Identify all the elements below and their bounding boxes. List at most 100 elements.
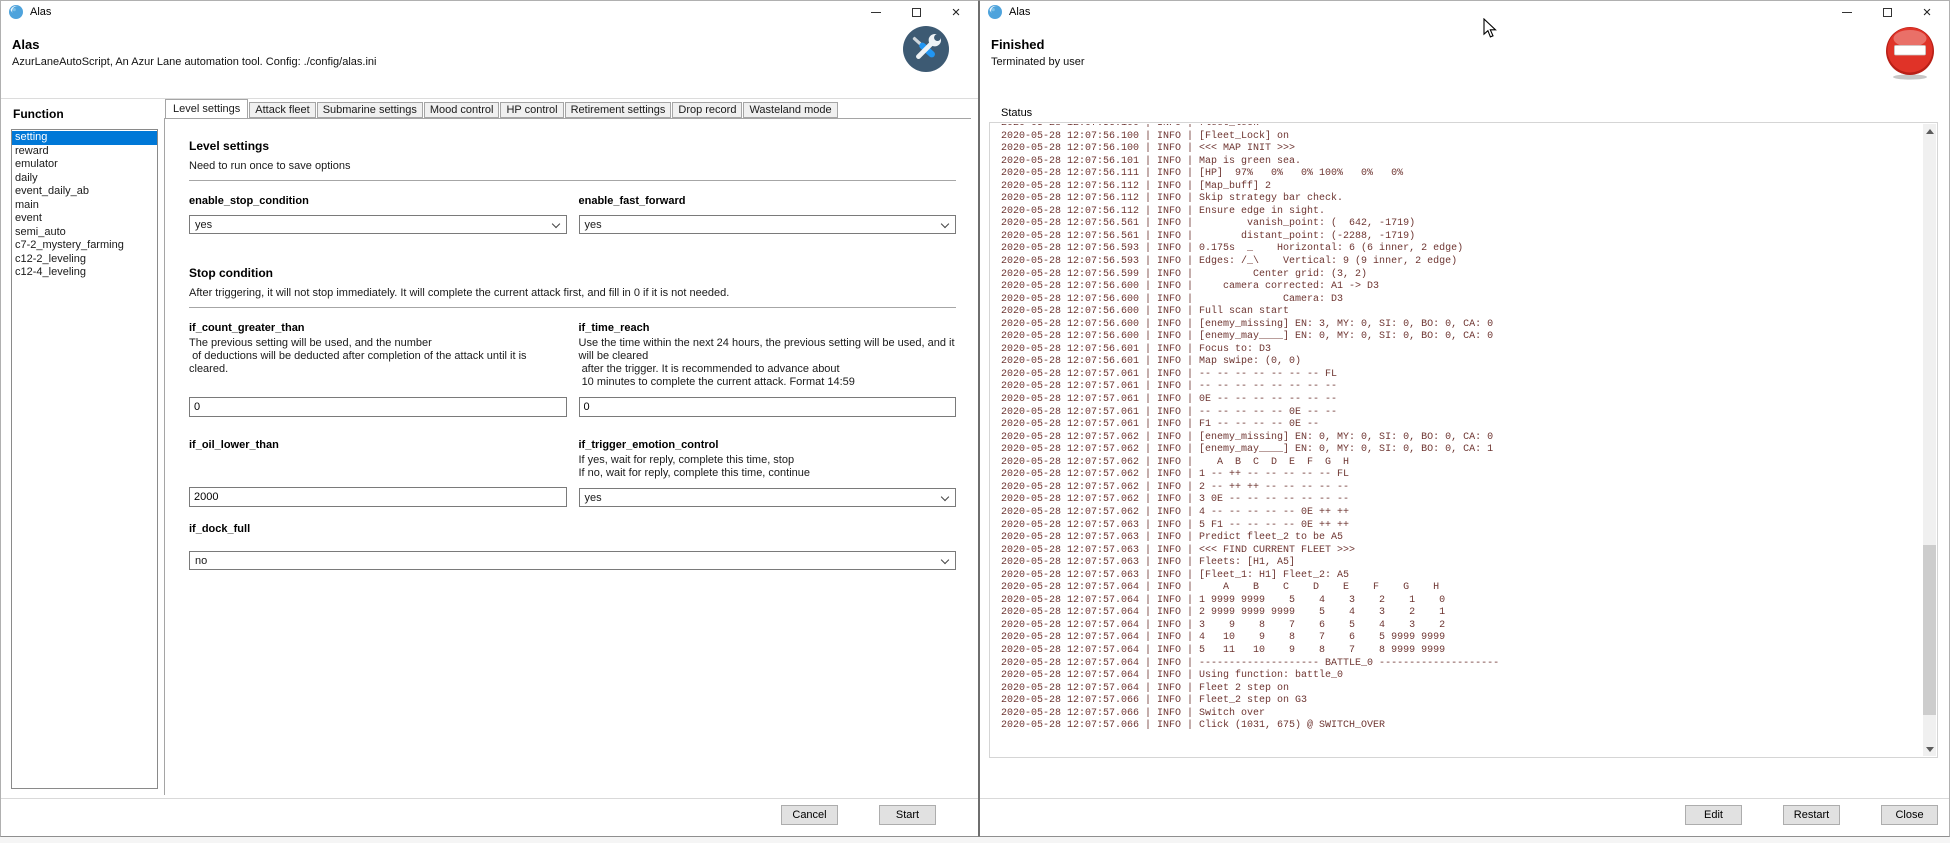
log-line: 2020-05-28 12:07:57.061 | INFO | F1 -- -… xyxy=(1001,419,1921,432)
tab-level-settings[interactable]: Level settings xyxy=(165,99,248,118)
log-line: 2020-05-28 12:07:57.064 | INFO | A B C D… xyxy=(1001,582,1921,595)
window-title: Alas xyxy=(1009,6,1030,18)
start-button[interactable]: Start xyxy=(879,805,936,825)
log-line: 2020-05-28 12:07:56.593 | INFO | 0.175s … xyxy=(1001,243,1921,256)
window-title: Alas xyxy=(30,6,51,18)
if-dock-full-select[interactable]: no xyxy=(189,551,956,570)
log-line: 2020-05-28 12:07:57.064 | INFO | 1 9999 … xyxy=(1001,595,1921,608)
selected-value: yes xyxy=(585,219,602,231)
page-subtitle: AzurLaneAutoScript, An Azur Lane automat… xyxy=(12,56,376,68)
scroll-down-button[interactable] xyxy=(1923,742,1936,756)
chevron-down-icon xyxy=(941,493,949,501)
log-line: 2020-05-28 12:07:57.064 | INFO | 4 10 9 … xyxy=(1001,632,1921,645)
log-line: 2020-05-28 12:07:57.062 | INFO | 2 -- ++… xyxy=(1001,482,1921,495)
log-line: 2020-05-28 12:07:57.062 | INFO | [enemy_… xyxy=(1001,444,1921,457)
restart-button[interactable]: Restart xyxy=(1783,805,1840,825)
log-line: 2020-05-28 12:07:57.063 | INFO | [Fleet_… xyxy=(1001,570,1921,583)
tab-wasteland-mode[interactable]: Wasteland mode xyxy=(743,102,837,118)
function-item-event_daily_ab[interactable]: event_daily_ab xyxy=(12,185,157,199)
edit-button[interactable]: Edit xyxy=(1685,805,1742,825)
log-line: 2020-05-28 12:07:56.101 | INFO | Map is … xyxy=(1001,156,1921,169)
if-trigger-emotion-control-select[interactable]: yes xyxy=(579,488,957,507)
section-title-level-settings: Level settings xyxy=(189,139,956,153)
titlebar[interactable]: Alas xyxy=(980,1,1949,23)
scrollbar-thumb[interactable] xyxy=(1923,545,1936,715)
field-label-if-dock-full: if_dock_full xyxy=(189,523,956,535)
maximize-icon xyxy=(1883,8,1892,17)
function-item-event[interactable]: event xyxy=(12,212,157,226)
enable-fast-forward-select[interactable]: yes xyxy=(579,215,957,234)
section-divider xyxy=(189,307,956,308)
section-title-stop-condition: Stop condition xyxy=(189,266,956,280)
minimize-button[interactable] xyxy=(1827,1,1867,23)
log-line: 2020-05-28 12:07:57.063 | INFO | Fleets:… xyxy=(1001,557,1921,570)
function-item-setting[interactable]: setting xyxy=(12,131,157,145)
field-label-enable-fast-forward: enable_fast_forward xyxy=(579,195,957,207)
field-desc: Use the time within the next 24 hours, t… xyxy=(579,337,957,389)
log-line: 2020-05-28 12:07:56.600 | INFO | [enemy_… xyxy=(1001,331,1921,344)
footer-divider xyxy=(1,798,978,799)
close-button[interactable]: × xyxy=(936,1,976,23)
log-text: 2020-05-28 12:07:56.100 | INFO | fleet_l… xyxy=(992,124,1921,733)
tab-attack-fleet[interactable]: Attack fleet xyxy=(249,102,315,118)
status-log-box: 2020-05-28 12:07:56.100 | INFO | fleet_l… xyxy=(989,122,1938,758)
minimize-button[interactable] xyxy=(856,1,896,23)
titlebar[interactable]: Alas xyxy=(1,1,978,23)
function-listbox[interactable]: settingrewardemulatordailyevent_daily_ab… xyxy=(11,129,158,789)
log-scrollbar[interactable] xyxy=(1923,124,1936,756)
tab-mood-control[interactable]: Mood control xyxy=(424,102,500,118)
cancel-button[interactable]: Cancel xyxy=(781,805,838,825)
tab-drop-record[interactable]: Drop record xyxy=(672,102,742,118)
log-line: 2020-05-28 12:07:57.062 | INFO | 1 -- ++… xyxy=(1001,469,1921,482)
log-line: 2020-05-28 12:07:57.061 | INFO | 0E -- -… xyxy=(1001,394,1921,407)
maximize-button[interactable] xyxy=(1867,1,1907,23)
function-item-emulator[interactable]: emulator xyxy=(12,158,157,172)
status-title: Finished xyxy=(991,37,1085,52)
tab-submarine-settings[interactable]: Submarine settings xyxy=(317,102,423,118)
header-divider xyxy=(1,98,978,99)
log-line: 2020-05-28 12:07:56.561 | INFO | distant… xyxy=(1001,231,1921,244)
minimize-icon xyxy=(1842,12,1852,13)
tab-hp-control[interactable]: HP control xyxy=(500,102,563,118)
function-item-reward[interactable]: reward xyxy=(12,145,157,159)
close-button[interactable]: × xyxy=(1907,1,1947,23)
status-group-label: Status xyxy=(1001,107,1032,119)
log-line: 2020-05-28 12:07:57.064 | INFO | 2 9999 … xyxy=(1001,607,1921,620)
log-line: 2020-05-28 12:07:57.062 | INFO | [enemy_… xyxy=(1001,432,1921,445)
stop-icon xyxy=(1883,25,1937,81)
if-count-greater-than-input[interactable] xyxy=(189,397,567,417)
function-item-semi_auto[interactable]: semi_auto xyxy=(12,226,157,240)
close-icon: × xyxy=(1923,5,1932,20)
log-line: 2020-05-28 12:07:56.599 | INFO | Center … xyxy=(1001,269,1921,282)
maximize-button[interactable] xyxy=(896,1,936,23)
log-line: 2020-05-28 12:07:56.112 | INFO | [Map_bu… xyxy=(1001,181,1921,194)
chevron-down-icon xyxy=(941,220,949,228)
log-line: 2020-05-28 12:07:56.600 | INFO | Full sc… xyxy=(1001,306,1921,319)
log-line: 2020-05-28 12:07:57.063 | INFO | <<< FIN… xyxy=(1001,545,1921,558)
function-item-main[interactable]: main xyxy=(12,199,157,213)
close-icon: × xyxy=(952,5,961,20)
alas-config-window: Alas × Alas AzurLaneAutoScript, An Azur … xyxy=(0,0,979,837)
log-line: 2020-05-28 12:07:57.061 | INFO | -- -- -… xyxy=(1001,369,1921,382)
function-item-c7-2_mystery_farming[interactable]: c7-2_mystery_farming xyxy=(12,239,157,253)
log-line: 2020-05-28 12:07:57.064 | INFO | 3 9 8 7… xyxy=(1001,620,1921,633)
log-line: 2020-05-28 12:07:57.061 | INFO | -- -- -… xyxy=(1001,407,1921,420)
log-line: 2020-05-28 12:07:57.063 | INFO | Predict… xyxy=(1001,532,1921,545)
function-item-c12-4_leveling[interactable]: c12-4_leveling xyxy=(12,266,157,280)
close-window-button[interactable]: Close xyxy=(1881,805,1938,825)
page-title: Alas xyxy=(12,37,376,52)
scroll-up-button[interactable] xyxy=(1923,124,1936,138)
function-item-c12-2_leveling[interactable]: c12-2_leveling xyxy=(12,253,157,267)
minimize-icon xyxy=(871,12,881,13)
tab-retirement-settings[interactable]: Retirement settings xyxy=(565,102,672,118)
selected-value: yes xyxy=(585,492,602,504)
log-line: 2020-05-28 12:07:57.062 | INFO | 3 0E --… xyxy=(1001,494,1921,507)
log-line: 2020-05-28 12:07:56.561 | INFO | vanish_… xyxy=(1001,218,1921,231)
log-line: 2020-05-28 12:07:57.062 | INFO | A B C D… xyxy=(1001,457,1921,470)
log-line: 2020-05-28 12:07:56.112 | INFO | Ensure … xyxy=(1001,206,1921,219)
function-item-daily[interactable]: daily xyxy=(12,172,157,186)
if-oil-lower-than-input[interactable] xyxy=(189,487,567,507)
field-label-if-trigger-emotion-control: if_trigger_emotion_control xyxy=(579,439,957,451)
enable-stop-condition-select[interactable]: yes xyxy=(189,215,567,234)
if-time-reach-input[interactable] xyxy=(579,397,957,417)
